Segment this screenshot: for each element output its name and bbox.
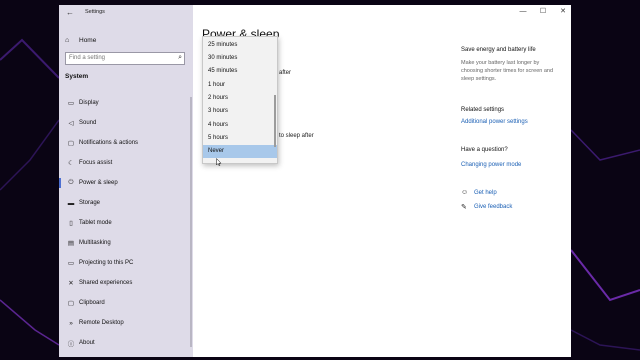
sidebar-item-focus-assist[interactable]: ☾ Focus assist xyxy=(59,153,193,173)
multitasking-icon: ▤ xyxy=(67,240,75,247)
related-settings-heading: Related settings xyxy=(461,107,505,113)
tablet-icon: ▯ xyxy=(69,220,73,227)
home-label: Home xyxy=(79,36,97,44)
save-energy-text: Make your battery last longer by choosin… xyxy=(461,60,554,82)
option-5-hours[interactable]: 5 hours xyxy=(203,132,277,145)
sidebar-scrollbar[interactable] xyxy=(190,97,192,347)
question-heading: Have a question? xyxy=(461,147,508,153)
sidebar-item-projecting[interactable]: ▭ Projecting to this PC xyxy=(59,253,193,273)
back-arrow-icon[interactable]: ← xyxy=(66,7,76,19)
sidebar-item-sound[interactable]: ◁ Sound xyxy=(59,113,193,133)
sidebar-nav: ▭ Display ◁ Sound ▢ Notifications & actions… xyxy=(59,93,193,353)
sidebar-item-clipboard[interactable]: ▢ Clipboard xyxy=(59,293,193,313)
sidebar-item-shared-experiences[interactable]: ✕ Shared experiences xyxy=(59,273,193,293)
sidebar-item-label: Multitasking xyxy=(79,240,111,246)
search-placeholder: Find a setting xyxy=(69,55,106,61)
option-never[interactable]: Never xyxy=(203,145,277,158)
sidebar-item-label: Remote Desktop xyxy=(79,320,124,326)
search-input[interactable]: Find a setting ⌕ xyxy=(65,52,185,65)
sidebar-item-storage[interactable]: ▬ Storage xyxy=(59,193,193,213)
mouse-pointer-icon xyxy=(216,158,222,166)
shared-icon: ✕ xyxy=(68,280,74,287)
search-icon: ⌕ xyxy=(178,54,182,61)
sidebar-item-label: Shared experiences xyxy=(79,280,133,286)
clipboard-icon: ▢ xyxy=(67,300,75,307)
sidebar-item-label: Tablet mode xyxy=(79,220,112,226)
sidebar-item-label: About xyxy=(79,340,95,346)
home-icon: ⌂ xyxy=(65,36,70,44)
option-30-minutes[interactable]: 30 minutes xyxy=(203,52,277,65)
moon-icon: ☾ xyxy=(68,160,74,167)
sidebar-item-label: Focus assist xyxy=(79,160,113,166)
sidebar-home[interactable]: ⌂ Home xyxy=(65,34,185,46)
sidebar-item-display[interactable]: ▭ Display xyxy=(59,93,193,113)
sidebar-item-label: Clipboard xyxy=(79,300,105,306)
sidebar-item-label: Storage xyxy=(79,200,101,206)
option-25-minutes[interactable]: 25 minutes xyxy=(203,39,277,52)
projecting-icon: ▭ xyxy=(67,260,75,267)
give-feedback-link[interactable]: Give feedback xyxy=(474,204,512,210)
sidebar-item-label: Notifications & actions xyxy=(79,140,139,146)
sidebar-item-label: Sound xyxy=(79,120,97,126)
sidebar-item-tablet-mode[interactable]: ▯ Tablet mode xyxy=(59,213,193,233)
remote-desktop-icon: » xyxy=(69,319,73,327)
power-icon: ⏻ xyxy=(68,179,74,186)
sidebar-item-power-sleep[interactable]: ⏻ Power & sleep xyxy=(59,173,193,193)
option-2-hours[interactable]: 2 hours xyxy=(203,92,277,105)
option-3-hours[interactable]: 3 hours xyxy=(203,105,277,118)
changing-power-mode-link[interactable]: Changing power mode xyxy=(461,162,521,168)
sidebar-item-multitasking[interactable]: ▤ Multitasking xyxy=(59,233,193,253)
sidebar: ⌂ Home Find a setting ⌕ System ▭ Display … xyxy=(59,5,193,357)
info-icon: ⓘ xyxy=(67,341,75,348)
sidebar-item-notifications[interactable]: ▢ Notifications & actions xyxy=(59,133,193,153)
section-heading: System xyxy=(65,73,89,80)
sidebar-item-label: Projecting to this PC xyxy=(79,260,134,266)
option-45-minutes[interactable]: 45 minutes xyxy=(203,65,277,78)
feedback-icon: ✎ xyxy=(461,204,467,211)
screen-timeout-label-fragment: after xyxy=(279,70,292,76)
dropdown-scrollbar[interactable] xyxy=(274,95,276,147)
sidebar-item-about[interactable]: ⓘ About xyxy=(59,333,193,353)
option-1-hour[interactable]: 1 hour xyxy=(203,79,277,92)
help-icon: ☺ xyxy=(461,189,469,196)
display-icon: ▭ xyxy=(67,100,75,107)
additional-power-settings-link[interactable]: Additional power settings xyxy=(461,119,528,125)
sidebar-item-label: Power & sleep xyxy=(79,180,118,186)
sleep-timeout-label-fragment: to sleep after xyxy=(279,133,314,139)
app-title: Settings xyxy=(85,9,105,15)
speaker-icon: ◁ xyxy=(68,120,74,127)
save-energy-heading: Save energy and battery life xyxy=(461,47,536,53)
sidebar-item-remote-desktop[interactable]: » Remote Desktop xyxy=(59,313,193,333)
storage-icon: ▬ xyxy=(67,199,75,207)
option-4-hours[interactable]: 4 hours xyxy=(203,119,277,132)
sidebar-item-label: Display xyxy=(79,100,99,106)
get-help-link[interactable]: Get help xyxy=(474,190,497,196)
sleep-timeout-dropdown-list: 25 minutes 30 minutes 45 minutes 1 hour … xyxy=(202,36,278,164)
notifications-icon: ▢ xyxy=(67,140,75,147)
settings-window: ⌂ Home Find a setting ⌕ System ▭ Display … xyxy=(59,5,571,357)
